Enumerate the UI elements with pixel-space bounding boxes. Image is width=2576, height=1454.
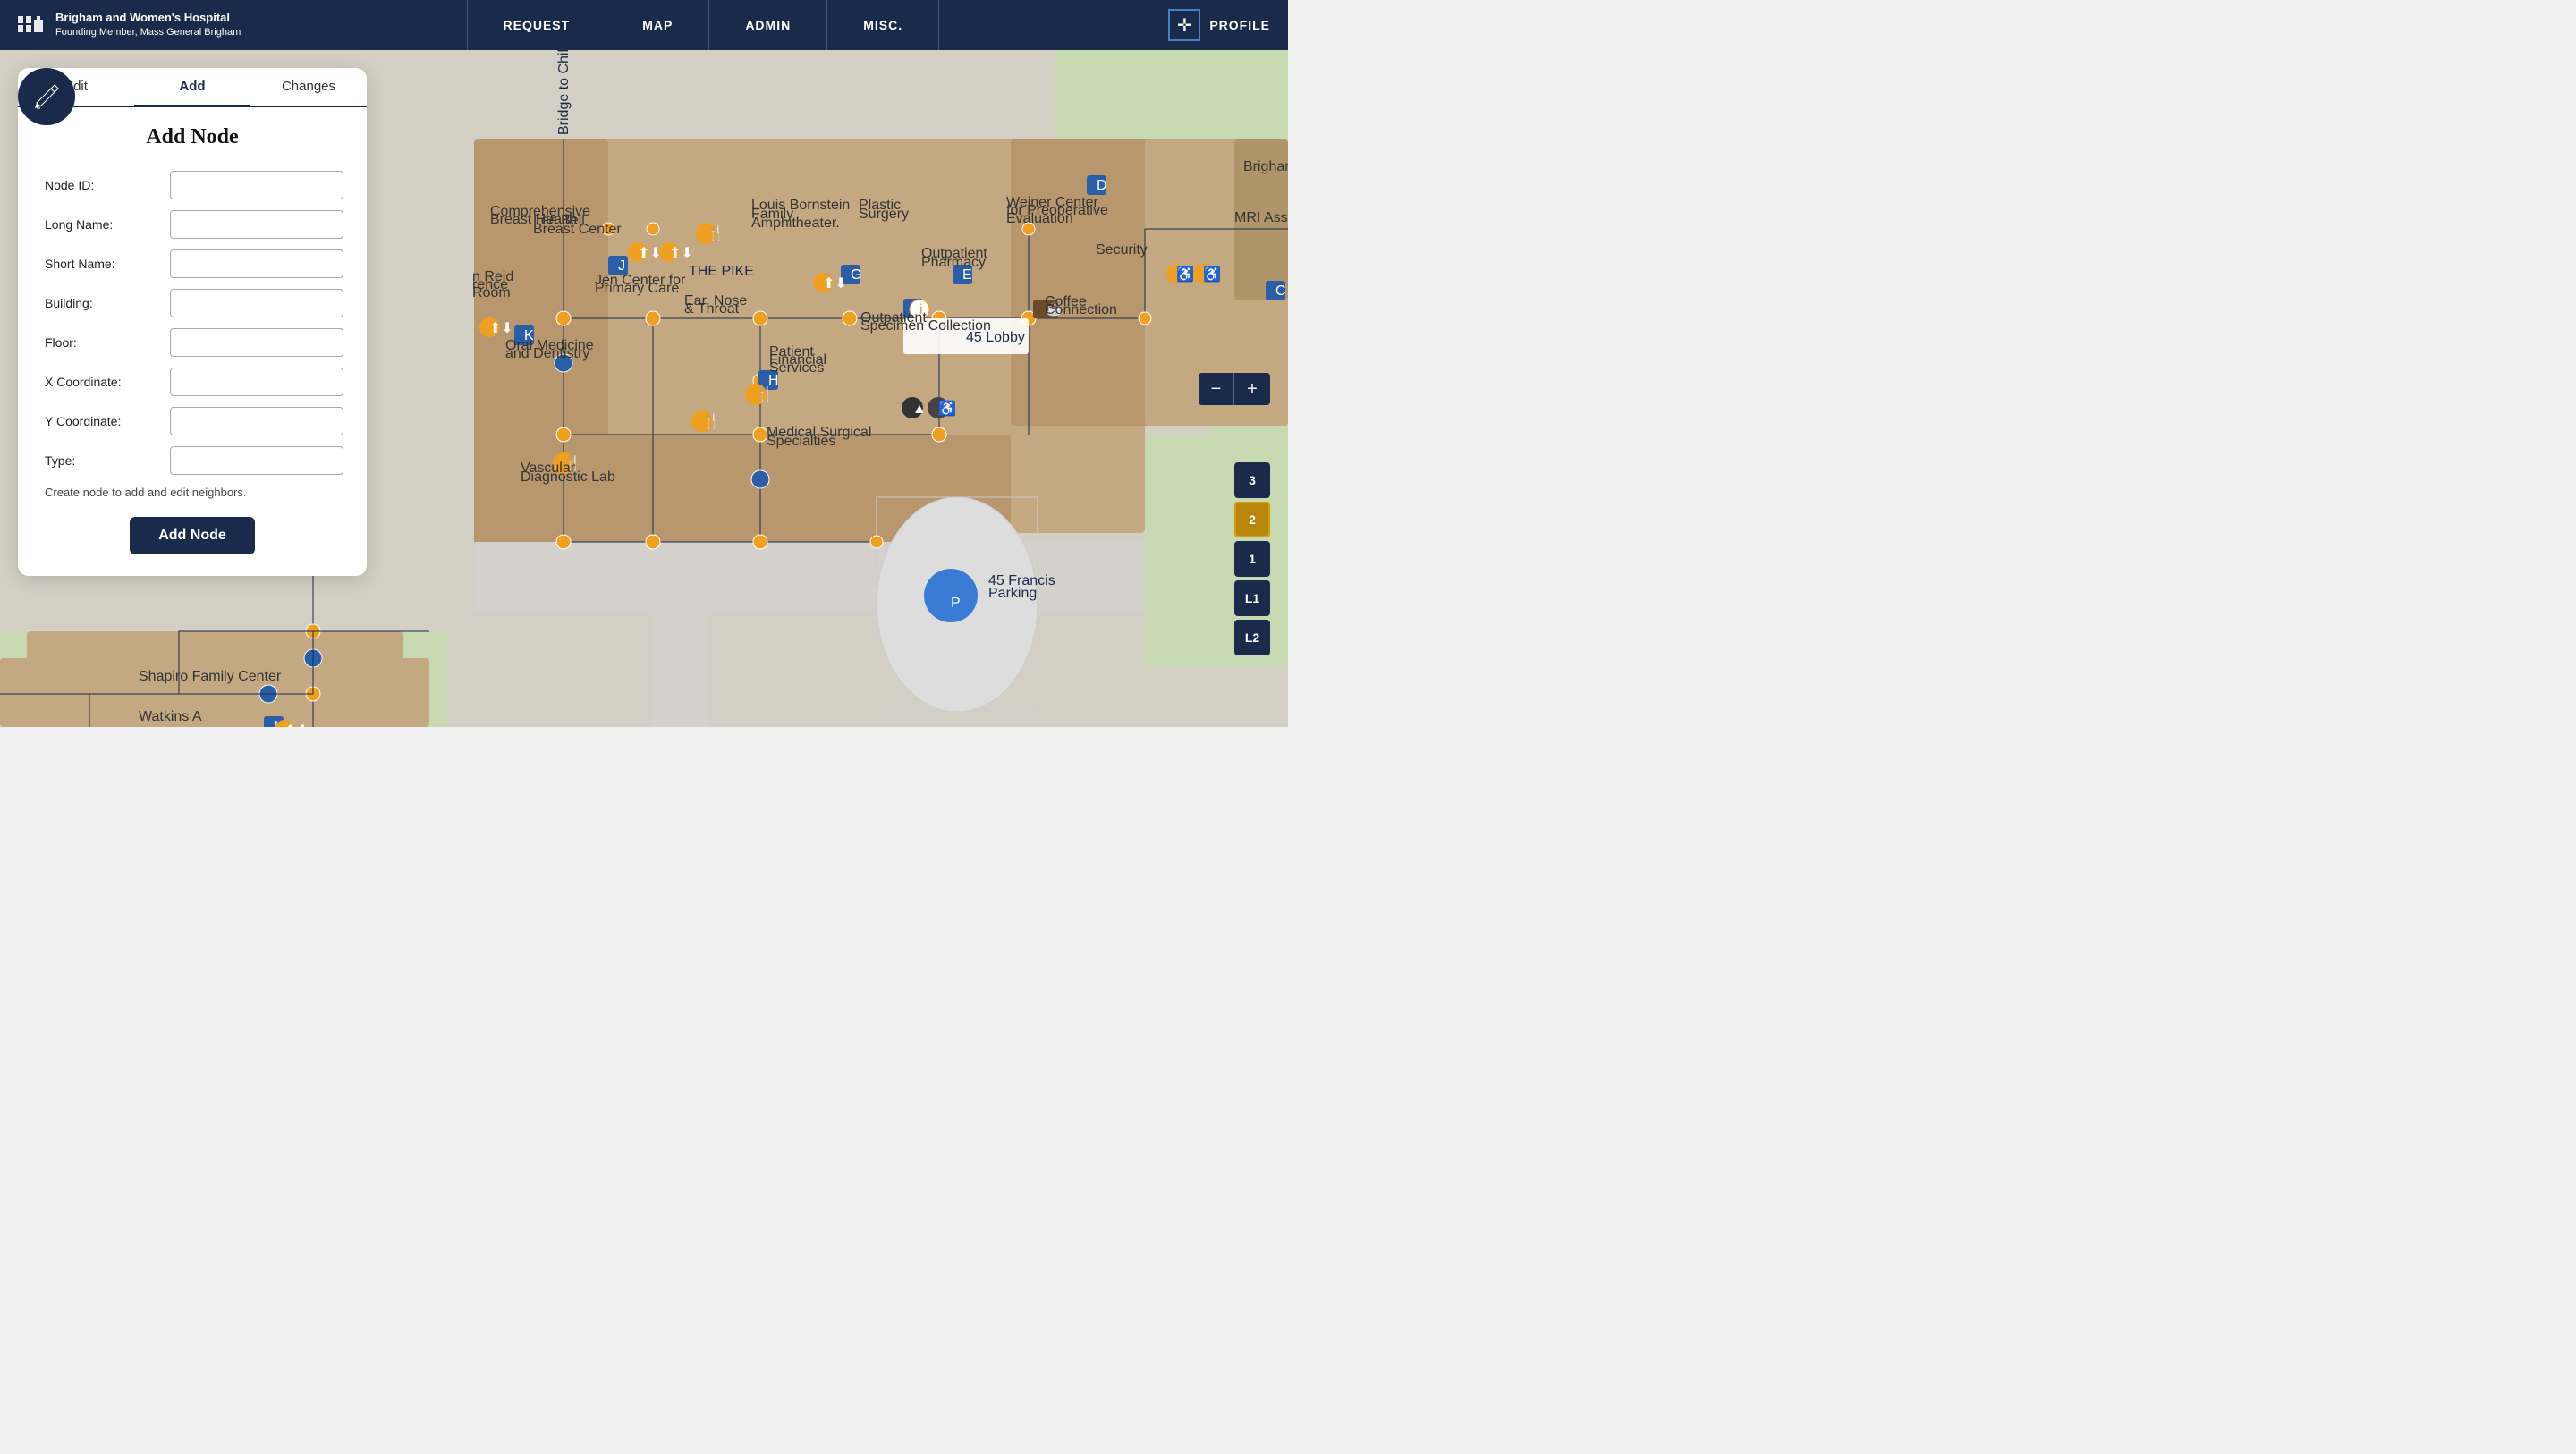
svg-text:Amphitheater.: Amphitheater. bbox=[751, 216, 840, 231]
zoom-in-button[interactable]: + bbox=[1234, 373, 1270, 405]
building-row: Building: bbox=[45, 289, 340, 317]
hospital-logo: Brigham and Women's Hospital Founding Me… bbox=[0, 9, 255, 41]
edit-pencil-button[interactable] bbox=[18, 68, 75, 125]
node-id-input[interactable] bbox=[170, 171, 343, 199]
svg-text:♿: ♿ bbox=[1203, 266, 1221, 283]
floor-l1-button[interactable]: L1 bbox=[1234, 580, 1270, 616]
svg-text:& Throat: & Throat bbox=[684, 301, 740, 317]
floor-2-button[interactable]: 2 bbox=[1234, 502, 1270, 537]
x-coord-input[interactable] bbox=[170, 368, 343, 396]
y-coord-input[interactable] bbox=[170, 407, 343, 435]
floor-1-button[interactable]: 1 bbox=[1234, 541, 1270, 577]
short-name-label: Short Name: bbox=[45, 257, 170, 271]
long-name-label: Long Name: bbox=[45, 217, 170, 232]
svg-text:⬆⬇: ⬆⬇ bbox=[638, 246, 662, 261]
svg-text:⬆⬇: ⬆⬇ bbox=[669, 246, 693, 261]
x-coord-row: X Coordinate: bbox=[45, 368, 340, 396]
svg-text:Services: Services bbox=[769, 360, 824, 376]
svg-text:Bridge to Children's: Bridge to Children's bbox=[556, 50, 572, 135]
x-coord-label: X Coordinate: bbox=[45, 375, 170, 389]
long-name-row: Long Name: bbox=[45, 210, 340, 239]
svg-text:Evaluation: Evaluation bbox=[1006, 211, 1073, 226]
svg-text:🍴: 🍴 bbox=[707, 224, 724, 241]
svg-text:♿: ♿ bbox=[938, 400, 956, 417]
type-input[interactable] bbox=[170, 446, 343, 475]
floor-row: Floor: bbox=[45, 328, 340, 357]
floor-3-button[interactable]: 3 bbox=[1234, 462, 1270, 498]
pencil-icon bbox=[33, 83, 60, 110]
panel-body: Add Node Node ID: Long Name: Short Name:… bbox=[18, 125, 367, 576]
compass-icon: ✛ bbox=[1168, 9, 1200, 41]
svg-text:Shapiro Family Center: Shapiro Family Center bbox=[139, 669, 282, 684]
svg-text:J: J bbox=[618, 258, 625, 274]
building-input[interactable] bbox=[170, 289, 343, 317]
short-name-row: Short Name: bbox=[45, 249, 340, 278]
svg-text:Pharmacy: Pharmacy bbox=[921, 255, 986, 270]
svg-text:Breast Health: Breast Health bbox=[490, 212, 577, 227]
svg-text:Specimen Collection: Specimen Collection bbox=[860, 318, 991, 334]
floor-input[interactable] bbox=[170, 328, 343, 357]
building-label: Building: bbox=[45, 296, 170, 310]
header: Brigham and Women's Hospital Founding Me… bbox=[0, 0, 1288, 50]
svg-text:P: P bbox=[951, 596, 961, 611]
type-label: Type: bbox=[45, 453, 170, 468]
form-hint: Create node to add and edit neighbors. bbox=[45, 486, 340, 499]
svg-text:Diagnostic Lab: Diagnostic Lab bbox=[521, 469, 615, 485]
svg-text:Primary Care: Primary Care bbox=[595, 281, 679, 296]
nav-misc[interactable]: MISC. bbox=[827, 0, 939, 50]
hospital-logo-icon bbox=[14, 9, 47, 41]
svg-text:Parking: Parking bbox=[988, 586, 1037, 601]
svg-text:D: D bbox=[1097, 178, 1107, 193]
svg-text:THE PIKE: THE PIKE bbox=[689, 264, 754, 279]
svg-text:and Dentistry: and Dentistry bbox=[505, 346, 589, 361]
svg-text:C: C bbox=[1275, 283, 1286, 299]
profile-label: PROFILE bbox=[1209, 18, 1270, 32]
svg-text:Room: Room bbox=[472, 285, 511, 300]
nav-map[interactable]: MAP bbox=[606, 0, 709, 50]
add-node-button[interactable]: Add Node bbox=[130, 517, 255, 554]
svg-text:🍴: 🍴 bbox=[702, 412, 720, 429]
svg-text:♿: ♿ bbox=[1176, 266, 1194, 283]
floor-controls: 3 2 1 L1 L2 bbox=[1234, 462, 1270, 655]
nav-request[interactable]: REQUEST bbox=[467, 0, 607, 50]
long-name-input[interactable] bbox=[170, 210, 343, 239]
panel-title: Add Node bbox=[45, 125, 340, 149]
short-name-input[interactable] bbox=[170, 249, 343, 278]
nav-admin[interactable]: ADMIN bbox=[709, 0, 827, 50]
svg-text:Surgery: Surgery bbox=[859, 207, 909, 222]
hospital-subtitle: Founding Member, Mass General Brigham bbox=[55, 26, 241, 38]
type-row: Type: bbox=[45, 446, 340, 475]
tab-changes[interactable]: Changes bbox=[250, 68, 367, 106]
y-coord-row: Y Coordinate: bbox=[45, 407, 340, 435]
profile-section[interactable]: ✛ PROFILE bbox=[1150, 9, 1288, 41]
svg-text:Watkins A: Watkins A bbox=[139, 709, 202, 724]
svg-text:MRI Associates: MRI Associates bbox=[1234, 210, 1288, 225]
floor-label: Floor: bbox=[45, 335, 170, 350]
floor-l2-button[interactable]: L2 bbox=[1234, 620, 1270, 655]
y-coord-label: Y Coordinate: bbox=[45, 414, 170, 428]
svg-text:🍴: 🍴 bbox=[756, 385, 774, 402]
node-id-row: Node ID: bbox=[45, 171, 340, 199]
svg-text:⬆⬇: ⬆⬇ bbox=[489, 321, 513, 336]
svg-text:BrighamHealth: BrighamHealth bbox=[1243, 159, 1288, 174]
tab-add[interactable]: Add bbox=[134, 68, 250, 107]
svg-text:G: G bbox=[851, 267, 861, 283]
svg-text:Security: Security bbox=[1096, 242, 1148, 258]
zoom-out-button[interactable]: − bbox=[1199, 373, 1234, 405]
svg-text:▲: ▲ bbox=[912, 402, 927, 417]
node-id-label: Node ID: bbox=[45, 178, 170, 192]
svg-text:⬆⬇: ⬆⬇ bbox=[823, 276, 847, 292]
add-node-panel: Edit Add Changes Add Node Node ID: Long … bbox=[18, 68, 367, 576]
svg-text:Connection: Connection bbox=[1045, 302, 1117, 317]
svg-text:Specialties: Specialties bbox=[767, 434, 835, 449]
main-nav: REQUEST MAP ADMIN MISC. bbox=[255, 0, 1150, 50]
zoom-controls: − + bbox=[1199, 373, 1270, 405]
svg-text:⬆⬇: ⬆⬇ bbox=[284, 723, 309, 727]
hospital-name: Brigham and Women's Hospital bbox=[55, 11, 241, 26]
